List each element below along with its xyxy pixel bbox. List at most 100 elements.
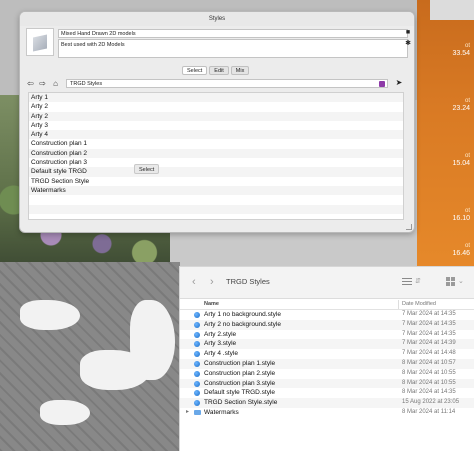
tab-mix[interactable]: Mix: [230, 66, 250, 75]
list-item[interactable]: Construction plan 1: [29, 139, 403, 148]
list-item[interactable]: Default style TRGD: [29, 167, 403, 177]
forward-chevron-icon[interactable]: ›: [210, 276, 214, 288]
list-item[interactable]: Construction plan 3: [29, 158, 403, 167]
table-row[interactable]: ▸ Watermarks 8 Mar 2024 at 11:14: [180, 408, 474, 418]
table-row[interactable]: Default style TRGD.style 8 Mar 2024 at 14…: [180, 388, 474, 398]
desktop-item[interactable]: ot 23.24: [444, 97, 470, 113]
desktop-item-time: 15.04: [452, 160, 470, 167]
table-row[interactable]: Construction plan 2.style 8 Mar 2024 at 1…: [180, 369, 474, 379]
table-row[interactable]: Arty 1 no background.style 7 Mar 2024 at …: [180, 310, 474, 320]
grid-view-icon[interactable]: [446, 277, 455, 286]
desktop-item-time: 16.46: [452, 250, 470, 257]
desktop-item-time: 23.24: [452, 105, 470, 112]
list-item-empty: [29, 204, 403, 214]
style-file-icon: [194, 331, 200, 338]
list-view-icon[interactable]: [402, 278, 412, 286]
update-style-icon[interactable]: ■: [404, 29, 412, 37]
desktop-item-label: ot: [464, 43, 470, 49]
style-thumbnail: [26, 28, 54, 56]
table-row[interactable]: Arty 4 .style 7 Mar 2024 at 14:48: [180, 349, 474, 359]
style-file-icon: [194, 380, 200, 387]
column-divider[interactable]: [398, 300, 399, 309]
file-date: 8 Mar 2024 at 11:14: [402, 408, 456, 415]
list-item[interactable]: Arty 3: [29, 121, 403, 130]
file-date: 8 Mar 2024 at 10:57: [402, 359, 456, 366]
style-file-icon: [194, 321, 200, 328]
file-date: 7 Mar 2024 at 14:35: [402, 311, 456, 317]
style-file-icon: [194, 312, 200, 318]
file-date: 15 Aug 2022 at 23:05: [402, 399, 460, 406]
table-row[interactable]: Arty 3.style 7 Mar 2024 at 14:39: [180, 339, 474, 350]
forward-arrow-icon[interactable]: ⇨: [38, 79, 47, 88]
list-item[interactable]: Watermarks: [29, 185, 403, 196]
desktop-item-label: ot: [464, 243, 470, 249]
file-name: Arty 2 no background.style: [204, 320, 281, 328]
view-options-chevron-icon[interactable]: ⇵: [415, 277, 421, 285]
desktop-item-label: ot: [464, 153, 470, 159]
style-name-field[interactable]: Mixed Hand Drawn 2D models: [58, 29, 408, 38]
file-name: Construction plan 3.style: [204, 379, 276, 387]
table-row[interactable]: Construction plan 1.style 8 Mar 2024 at 1…: [180, 358, 474, 369]
desktop-item[interactable]: ot 15.04: [444, 152, 470, 168]
file-name: Construction plan 1.style: [204, 359, 276, 367]
desktop-item[interactable]: ot 16.46: [444, 242, 470, 258]
render-highlight: [20, 300, 80, 330]
render-highlight: [40, 400, 90, 425]
desktop-card: [430, 0, 474, 20]
disclosure-triangle-icon[interactable]: ▸: [186, 408, 189, 418]
desktop-item-time: 16.10: [452, 215, 470, 222]
folder-icon: [194, 409, 201, 415]
desktop-wallpaper: [417, 0, 474, 270]
file-name: Default style TRGD.style: [204, 389, 276, 397]
tab-select[interactable]: Select: [182, 66, 208, 75]
style-file-icon: [194, 360, 200, 367]
resize-handle[interactable]: [406, 224, 412, 230]
finder-window: ‹ › TRGD Styles ⇵ ⌄ Name Date Modified A…: [179, 266, 474, 451]
style-file-icon: [194, 341, 200, 348]
file-date: 7 Mar 2024 at 14:35: [402, 330, 456, 337]
back-chevron-icon[interactable]: ‹: [192, 276, 196, 288]
table-row[interactable]: Arty 2.style 7 Mar 2024 at 14:35: [180, 330, 474, 340]
file-date: 7 Mar 2024 at 14:35: [402, 320, 456, 327]
home-icon[interactable]: ⌂: [51, 79, 60, 88]
tab-edit[interactable]: Edit: [209, 66, 229, 75]
list-item[interactable]: Arty 2: [29, 111, 403, 121]
list-item-empty: [29, 195, 403, 204]
desktop-item-label: ot: [464, 98, 470, 104]
list-item[interactable]: TRGD Section Style: [29, 177, 403, 186]
file-name: Arty 1 no background.style: [204, 311, 281, 318]
desktop-item[interactable]: ot 33.54: [444, 42, 470, 58]
file-name: TRGD Section Style.style: [204, 399, 278, 407]
list-item[interactable]: Arty 2: [29, 102, 403, 111]
table-row[interactable]: Arty 2 no background.style 7 Mar 2024 at …: [180, 319, 474, 330]
style-file-icon: [194, 370, 200, 377]
file-date: 7 Mar 2024 at 14:48: [402, 350, 456, 357]
file-date: 8 Mar 2024 at 10:55: [402, 369, 456, 376]
file-name: Arty 4 .style: [204, 350, 238, 358]
file-name: Construction plan 2.style: [204, 369, 276, 377]
column-header-name[interactable]: Name: [204, 301, 219, 307]
file-name: Arty 3.style: [204, 340, 237, 348]
column-header-date[interactable]: Date Modified: [402, 301, 436, 307]
collection-dropdown-label: TRGD Styles: [70, 81, 103, 87]
back-arrow-icon[interactable]: ⇦: [26, 79, 35, 88]
list-item[interactable]: Arty 4: [29, 130, 403, 140]
column-headers: Name Date Modified: [180, 299, 474, 310]
create-style-icon[interactable]: ✱: [404, 40, 412, 48]
details-arrow-icon[interactable]: ➤: [394, 78, 404, 88]
styles-list: Arty 1 Arty 2 Arty 2 Arty 3 Arty 4 Const…: [28, 92, 404, 220]
file-name: Watermarks: [204, 408, 239, 416]
table-row[interactable]: Construction plan 3.style 8 Mar 2024 at 1…: [180, 378, 474, 389]
table-row[interactable]: TRGD Section Style.style 15 Aug 2022 at 2…: [180, 398, 474, 408]
chevron-down-icon: [379, 81, 385, 87]
select-tooltip: Select: [134, 164, 160, 174]
styles-window: Styles Mixed Hand Drawn 2D models Best u…: [19, 11, 415, 233]
chevron-down-icon[interactable]: ⌄: [458, 277, 464, 285]
list-item[interactable]: Construction plan 2: [29, 148, 403, 159]
collection-dropdown[interactable]: TRGD Styles: [66, 79, 388, 88]
list-item[interactable]: Arty 1: [29, 93, 403, 103]
cube-icon: [33, 34, 47, 52]
desktop-item[interactable]: ot 16.10: [444, 207, 470, 223]
file-name: Arty 2.style: [204, 330, 237, 338]
style-description-field[interactable]: Best used with 2D Models: [58, 39, 408, 58]
